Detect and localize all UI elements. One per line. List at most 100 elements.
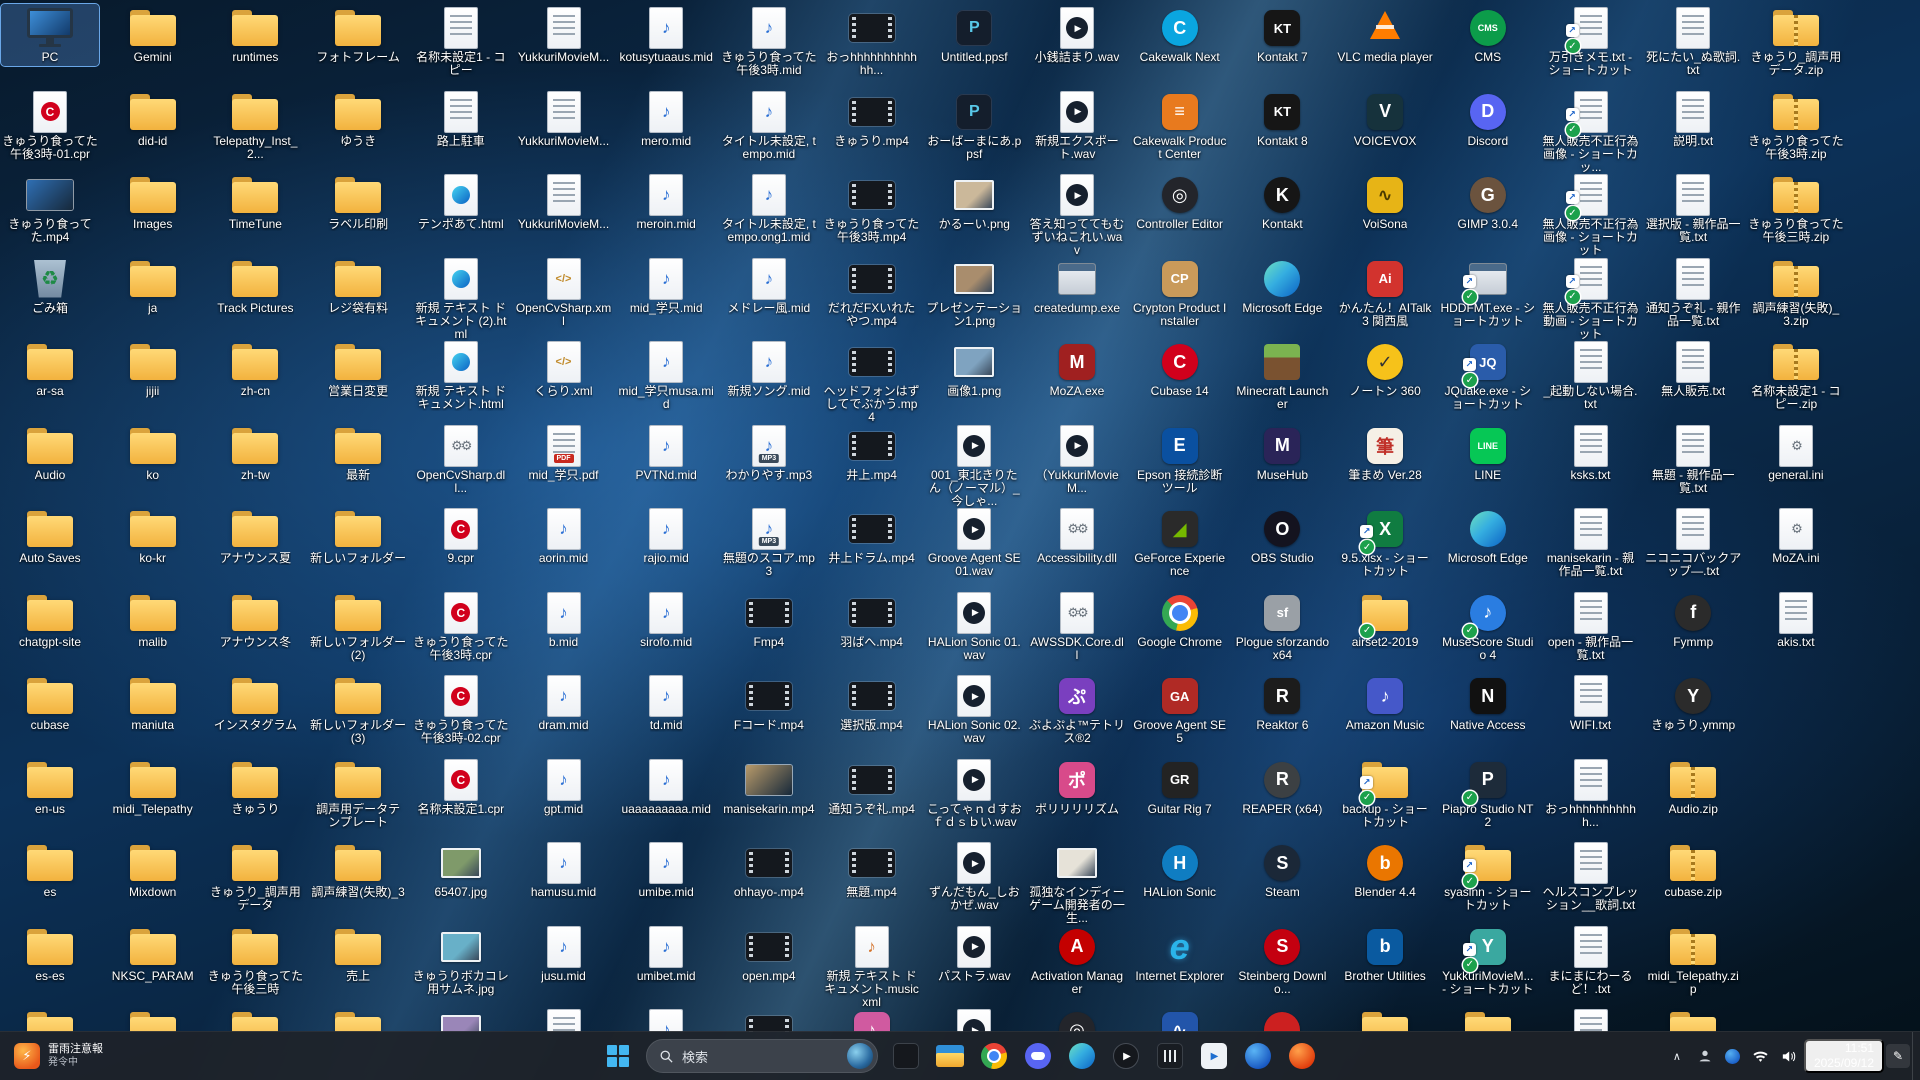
desktop-icon[interactable]: かるーい.png (925, 171, 1023, 233)
desktop-icon[interactable]: cubase (1, 672, 99, 734)
desktop-icon[interactable]: ♪ ✓ MuseScore Studio 4 (1439, 589, 1537, 664)
desktop-icon[interactable]: maniuta (104, 672, 202, 734)
desktop-icon[interactable]: P おーばーまにあ.ppsf (925, 88, 1023, 163)
desktop-icon[interactable]: 新規 テキスト ドキュメント (2).html (412, 255, 510, 343)
desktop-icon[interactable]: ∿ (1131, 1006, 1229, 1032)
chrome-button[interactable] (974, 1036, 1014, 1076)
desktop-icon[interactable]: 新しいフォルダー (2) (309, 589, 407, 664)
desktop-icon[interactable]: ♪ sirofo.mid (617, 589, 715, 651)
desktop-icon[interactable]: 最新 (309, 422, 407, 484)
desktop-icon[interactable]: ✓ ↗ HDDFMT.exe - ショートカット (1439, 255, 1537, 330)
desktop-icon[interactable]: ko (104, 422, 202, 484)
desktop-icon[interactable]: ▶ HALion Sonic 02.wav (925, 672, 1023, 747)
desktop-icon[interactable]: だれだFXいれたやつ.mp4 (823, 255, 921, 330)
desktop-icon[interactable]: ♪ aorin.mid (515, 505, 613, 567)
desktop-icon[interactable]: ◎ Controller Editor (1131, 171, 1229, 233)
desktop-icon[interactable]: C Cakewalk Next (1131, 4, 1229, 66)
desktop-icon[interactable]: chatgpt-site (1, 589, 99, 651)
desktop-icon[interactable]: まにまにわーるど！.txt (1542, 923, 1640, 998)
desktop-icon[interactable] (515, 1006, 613, 1032)
desktop-icon[interactable]: KT Kontakt 7 (1233, 4, 1331, 66)
desktop-icon[interactable]: V VOICEVOX (1336, 88, 1434, 150)
desktop-icon[interactable]: JQ ✓ ↗ JQuake.exe - ショートカット (1439, 338, 1537, 413)
desktop-icon[interactable]: ♪ MP3 無題のスコア.mp3 (720, 505, 818, 580)
desktop-icon[interactable]: ✓ ↗ 万引きメモ.txt - ショートカット (1542, 4, 1640, 79)
desktop-icon[interactable]: </> くらり.xml (515, 338, 613, 400)
desktop-icon[interactable]: ohhayo-.mp4 (720, 839, 818, 901)
desktop-icon[interactable]: ≡ Cakewalk Product Center (1131, 88, 1229, 163)
desktop-icon[interactable]: GA Groove Agent SE 5 (1131, 672, 1229, 747)
desktop-icon[interactable]: ♪ b.mid (515, 589, 613, 651)
desktop-icon[interactable]: ♪ きゅうり食ってた午後3時.mid (720, 4, 818, 79)
desktop-icon[interactable]: _起動しない場合.txt (1542, 338, 1640, 413)
desktop-icon[interactable]: ニコニコバックアップ—.txt (1644, 505, 1742, 580)
desktop-icon[interactable]: CP Crypton Product Installer (1131, 255, 1229, 330)
desktop-icon[interactable]: ♪ タイトル未設定, tempo.mid (720, 88, 818, 163)
desktop-icon[interactable]: ▶ 001_東北きりたん（ノーマル）_今しゃ... (925, 422, 1023, 510)
desktop-icon[interactable]: ♪ meroin.mid (617, 171, 715, 233)
desktop-icon[interactable]: open - 親作品一覧.txt (1542, 589, 1640, 664)
desktop-icon[interactable]: Google Chrome (1131, 589, 1229, 651)
desktop-icon[interactable]: Microsoft Edge (1439, 505, 1537, 567)
desktop-icon[interactable]: Fmp4 (720, 589, 818, 651)
desktop-icon[interactable] (1542, 1006, 1640, 1032)
desktop-icon[interactable]: PDF mid_学只.pdf (515, 422, 613, 484)
desktop-icon[interactable]: 無人販売.txt (1644, 338, 1742, 400)
desktop-icon[interactable]: ♪ Amazon Music (1336, 672, 1434, 734)
desktop-icon[interactable]: ♪ (823, 1006, 921, 1032)
desktop-icon[interactable]: ▶ パストラ.wav (925, 923, 1023, 985)
desktop-icon[interactable] (1644, 1006, 1742, 1032)
desktop-icon[interactable]: Y ✓ ↗ YukkuriMovieM... - ショートカット (1439, 923, 1537, 998)
desktop-icon[interactable]: Fコード.mp4 (720, 672, 818, 734)
desktop-icon[interactable]: ♪ dram.mid (515, 672, 613, 734)
show-desktop-button[interactable] (1912, 1032, 1918, 1080)
desktop-icon[interactable]: ✓ (1439, 1006, 1537, 1032)
desktop-icon[interactable]: きゅうり_調声用データ.zip (1747, 4, 1845, 79)
desktop-icon[interactable]: en-us (1, 756, 99, 818)
desktop-icon[interactable]: ♪ td.mid (617, 672, 715, 734)
desktop-icon[interactable]: 通知うぞ礼 - 親作品一覧.txt (1644, 255, 1742, 330)
desktop-icon[interactable]: 説明.txt (1644, 88, 1742, 150)
desktop-icon[interactable]: きゅうりボカコレ用サムネ.jpg (412, 923, 510, 998)
desktop-icon[interactable]: 調声用データテンプレート (309, 756, 407, 831)
desktop-icon[interactable]: C Cubase 14 (1131, 338, 1229, 400)
desktop-icon[interactable]: Ai かんたん！AITalk 3 関西風 (1336, 255, 1434, 330)
desktop-icon[interactable] (1, 1006, 99, 1032)
editor-app-button[interactable]: ▶ (1194, 1036, 1234, 1076)
desktop-icon[interactable]: ⚙ general.ini (1747, 422, 1845, 484)
pen-button[interactable]: ✎ (1886, 1044, 1910, 1068)
desktop-icon[interactable]: ♪ メドレー風.mid (720, 255, 818, 317)
desktop-icon[interactable]: C 9.cpr (412, 505, 510, 567)
desktop-icon[interactable]: 新しいフォルダー (309, 505, 407, 567)
desktop-icon[interactable]: X ✓ ↗ 9.5.xlsx - ショートカット (1336, 505, 1434, 580)
desktop-icon[interactable]: ▶ ずんだもん_しおかぜ.wav (925, 839, 1023, 914)
desktop-icon[interactable]: C 名称未設定1.cpr (412, 756, 510, 818)
search-highlight-image[interactable] (847, 1043, 873, 1069)
desktop-icon[interactable]: きゅうり食ってた午後3時.zip (1747, 88, 1845, 163)
desktop-icon[interactable]: アナウンス夏 (206, 505, 304, 567)
desktop-icon[interactable]: N Native Access (1439, 672, 1537, 734)
desktop-icon[interactable]: ▶ HALion Sonic 01.wav (925, 589, 1023, 664)
start-button[interactable] (598, 1036, 638, 1076)
desktop-icon[interactable]: did-id (104, 88, 202, 150)
desktop-icon[interactable]: ♪ 新規ソング.mid (720, 338, 818, 400)
desktop-icon[interactable]: きゅうり (206, 756, 304, 818)
desktop-icon[interactable]: C きゅうり食ってた午後3時-01.cpr (1, 88, 99, 163)
desktop-icon[interactable]: TimeTune (206, 171, 304, 233)
desktop-icon[interactable]: 65407.jpg (412, 839, 510, 901)
media-player-button[interactable]: ▶ (1106, 1036, 1146, 1076)
file-explorer-button[interactable] (930, 1036, 970, 1076)
mixer-app-button[interactable] (1150, 1036, 1190, 1076)
desktop-icon[interactable]: ✓ airset2-2019 (1336, 589, 1434, 651)
clock[interactable]: 11:51 2025/09/12 (1803, 1039, 1884, 1073)
desktop-icon[interactable]: Gemini (104, 4, 202, 66)
desktop-icon[interactable]: YukkuriMovieM... (515, 171, 613, 233)
desktop-icon[interactable] (309, 1006, 407, 1032)
desktop-icon[interactable]: ⚙⚙ OpenCvSharp.dll... (412, 422, 510, 497)
desktop-icon[interactable]: ぷぷよぷよ™テトリス®2 (1028, 672, 1126, 747)
desktop-icon[interactable]: NKSC_PARAM (104, 923, 202, 985)
desktop-icon[interactable]: b Blender 4.4 (1336, 839, 1434, 901)
desktop-icon[interactable]: Audio (1, 422, 99, 484)
desktop-icon[interactable]: ◎ (1028, 1006, 1126, 1032)
desktop-icon[interactable]: f Fymmp (1644, 589, 1742, 651)
